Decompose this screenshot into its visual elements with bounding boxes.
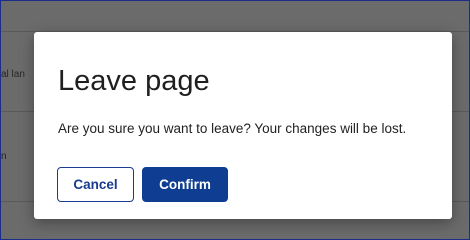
dialog-message: Are you sure you want to leave? Your cha…: [58, 121, 407, 136]
leave-page-dialog: Leave page Are you sure you want to leav…: [34, 32, 452, 219]
confirm-button[interactable]: Confirm: [142, 167, 228, 202]
dialog-title: Leave page: [58, 65, 210, 97]
background-row-text: al lan: [1, 69, 25, 80]
background-row-text: n: [1, 151, 7, 162]
background-row: [1, 1, 469, 32]
cancel-button[interactable]: Cancel: [57, 167, 134, 202]
page-backdrop: al lan n Leave page Are you sure you wan…: [0, 0, 470, 240]
